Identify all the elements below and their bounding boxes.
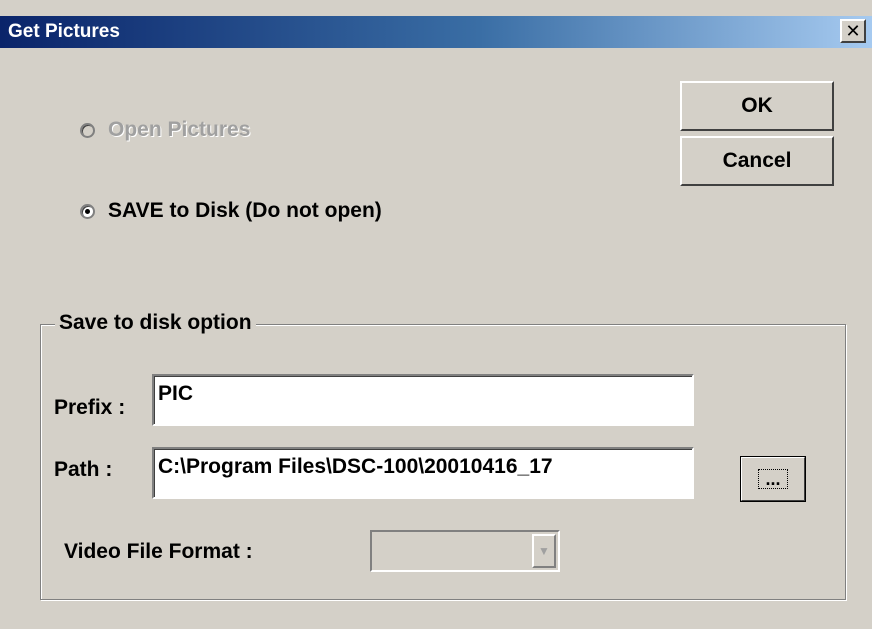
browse-button-label: ... bbox=[758, 469, 788, 489]
prefix-label: Prefix : bbox=[54, 396, 126, 419]
open-pictures-option[interactable]: Open Pictures bbox=[80, 118, 250, 142]
open-pictures-label: Open Pictures bbox=[108, 118, 251, 141]
get-pictures-dialog: Get Pictures ✕ Open Pictures SAVE to Dis… bbox=[0, 0, 872, 629]
chevron-down-icon: ▼ bbox=[538, 544, 550, 558]
close-icon: ✕ bbox=[845, 21, 861, 41]
prefix-input[interactable]: PIC bbox=[152, 374, 694, 426]
browse-button[interactable]: ... bbox=[740, 456, 806, 502]
save-to-disk-radio[interactable] bbox=[80, 203, 95, 219]
save-to-disk-option[interactable]: SAVE to Disk (Do not open) bbox=[80, 199, 382, 223]
path-label: Path : bbox=[54, 458, 113, 481]
window-title: Get Pictures bbox=[8, 21, 120, 42]
cancel-button[interactable]: Cancel bbox=[680, 136, 834, 186]
title-bar[interactable]: Get Pictures ✕ bbox=[0, 16, 872, 48]
dropdown-button[interactable]: ▼ bbox=[532, 534, 556, 568]
video-file-format-select[interactable]: ▼ bbox=[370, 530, 560, 572]
save-to-disk-label: SAVE to Disk (Do not open) bbox=[108, 199, 382, 222]
ok-button[interactable]: OK bbox=[680, 81, 834, 131]
close-button[interactable]: ✕ bbox=[840, 19, 866, 43]
path-input[interactable]: C:\Program Files\DSC-100\20010416_17 bbox=[152, 447, 694, 499]
open-pictures-radio[interactable] bbox=[80, 122, 95, 138]
groupbox-legend: Save to disk option bbox=[55, 309, 256, 337]
video-file-format-label: Video File Format : bbox=[64, 540, 253, 563]
